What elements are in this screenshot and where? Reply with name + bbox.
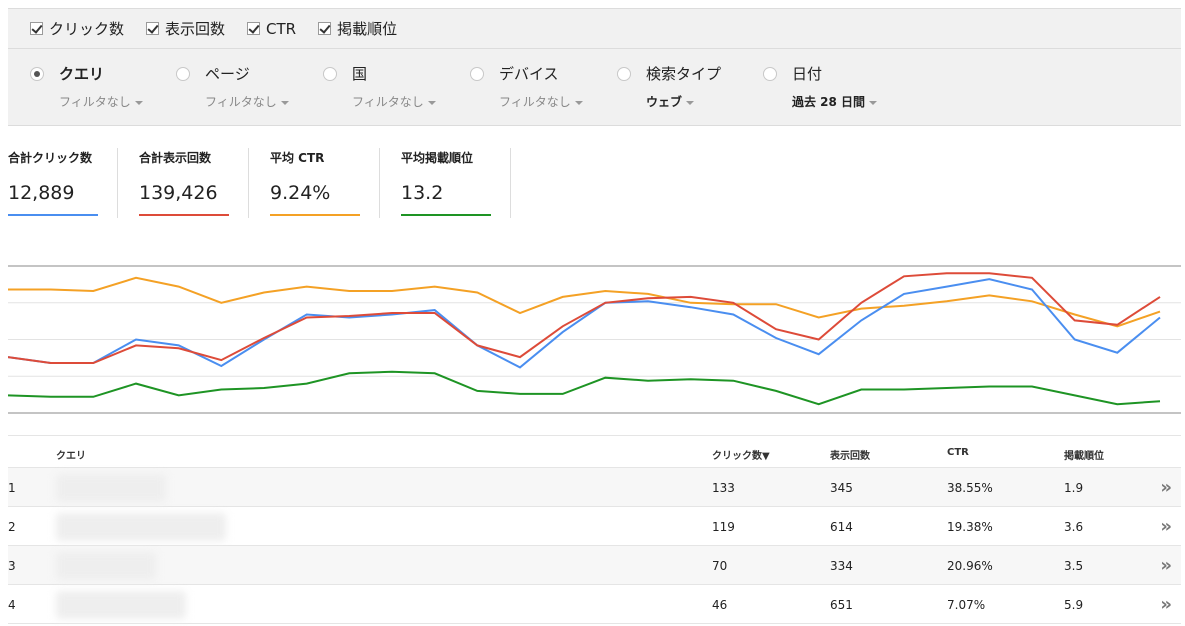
- avg-position-label: 平均掲載順位: [401, 151, 474, 165]
- checkbox-icon[interactable]: [30, 22, 43, 35]
- total-clicks-underline: [8, 214, 98, 216]
- table-header: クエリ クリック数▼ 表示回数 CTR 掲載順位: [8, 435, 1181, 468]
- group-search-type[interactable]: 検索タイプ ウェブ: [617, 63, 721, 110]
- toggle-position[interactable]: 掲載順位: [318, 18, 397, 39]
- caret-down-icon: [280, 100, 289, 105]
- chevron-double-right-icon[interactable]: »: [1160, 594, 1172, 615]
- header-ctr[interactable]: CTR: [947, 447, 969, 458]
- avg-ctr-value: 9.24%: [270, 182, 331, 204]
- header-query[interactable]: クエリ: [56, 447, 86, 462]
- device-filter-dropdown[interactable]: フィルタなし: [470, 93, 583, 110]
- avg-position-underline: [401, 214, 491, 216]
- total-clicks[interactable]: 合計クリック数 12,889: [8, 149, 108, 216]
- divider: [117, 148, 118, 218]
- table-row[interactable]: 2 119 614 19.38% 3.6 »: [8, 507, 1181, 546]
- total-impressions-underline: [139, 214, 229, 216]
- header-position[interactable]: 掲載順位: [1064, 447, 1104, 462]
- chart-series-line: [8, 276, 1161, 328]
- toggle-impressions[interactable]: 表示回数: [146, 18, 225, 39]
- total-clicks-value: 12,889: [8, 182, 75, 204]
- avg-position[interactable]: 平均掲載順位 13.2: [401, 149, 501, 216]
- performance-chart[interactable]: [8, 258, 1181, 423]
- toggle-ctr[interactable]: CTR: [247, 20, 296, 38]
- page-filter-dropdown[interactable]: フィルタなし: [176, 93, 289, 110]
- caret-down-icon: [134, 100, 143, 105]
- divider: [510, 148, 511, 218]
- divider: [248, 148, 249, 218]
- avg-ctr-label: 平均 CTR: [270, 151, 325, 165]
- filter-panel: クリック数 表示回数 CTR 掲載順位 クエリ フィルタなし ページ フィルタな…: [8, 8, 1181, 126]
- chevron-double-right-icon[interactable]: »: [1160, 477, 1172, 498]
- metric-toggle-row: クリック数 表示回数 CTR 掲載順位: [8, 9, 1181, 49]
- radio-icon[interactable]: [176, 66, 190, 81]
- avg-ctr-underline: [270, 214, 360, 216]
- total-impressions-label: 合計表示回数: [139, 151, 212, 165]
- checkbox-icon[interactable]: [247, 22, 261, 35]
- table-row[interactable]: 3 70 334 20.96% 3.5 »: [8, 546, 1181, 585]
- query-table: クエリ クリック数▼ 表示回数 CTR 掲載順位 1 133 345 38.55…: [8, 435, 1181, 624]
- checkbox-icon[interactable]: [318, 22, 332, 35]
- redacted-query: [56, 513, 226, 541]
- group-query[interactable]: クエリ フィルタなし: [30, 63, 143, 110]
- divider: [379, 148, 380, 218]
- header-impressions[interactable]: 表示回数: [830, 447, 870, 462]
- toggle-clicks[interactable]: クリック数: [30, 18, 124, 39]
- checkbox-icon[interactable]: [146, 22, 160, 35]
- search-type-dropdown[interactable]: ウェブ: [617, 93, 721, 110]
- caret-down-icon: [574, 100, 583, 105]
- chevron-double-right-icon[interactable]: »: [1160, 516, 1172, 537]
- total-impressions-value: 139,426: [139, 182, 218, 204]
- avg-position-value: 13.2: [401, 182, 444, 204]
- group-by-row: クエリ フィルタなし ページ フィルタなし 国 フィルタなし デバイス フィルタ…: [8, 61, 1181, 121]
- radio-icon[interactable]: [617, 66, 631, 81]
- radio-selected-icon[interactable]: [30, 66, 44, 81]
- total-impressions[interactable]: 合計表示回数 139,426: [139, 149, 239, 216]
- radio-icon[interactable]: [323, 66, 337, 81]
- redacted-query: [56, 474, 166, 502]
- group-page[interactable]: ページ フィルタなし: [176, 63, 289, 110]
- country-filter-dropdown[interactable]: フィルタなし: [323, 93, 436, 110]
- chart-series-line: [8, 278, 1161, 369]
- chevron-double-right-icon[interactable]: »: [1160, 555, 1172, 576]
- caret-down-icon: [427, 100, 436, 105]
- table-row[interactable]: 1 133 345 38.55% 1.9 »: [8, 468, 1181, 507]
- radio-icon[interactable]: [470, 66, 484, 81]
- group-country[interactable]: 国 フィルタなし: [323, 63, 436, 110]
- table-body: 1 133 345 38.55% 1.9 » 2 119 614 19.38% …: [8, 468, 1181, 624]
- redacted-query: [56, 591, 186, 619]
- group-date[interactable]: 日付 過去 28 日間: [763, 63, 878, 110]
- radio-icon[interactable]: [763, 66, 777, 81]
- caret-down-icon: [686, 100, 695, 105]
- table-row[interactable]: 4 46 651 7.07% 5.9 »: [8, 585, 1181, 624]
- avg-ctr[interactable]: 平均 CTR 9.24%: [270, 149, 370, 216]
- date-range-dropdown[interactable]: 過去 28 日間: [763, 93, 878, 110]
- caret-down-icon: [869, 100, 878, 105]
- redacted-query: [56, 552, 156, 580]
- total-clicks-label: 合計クリック数: [8, 151, 93, 165]
- group-device[interactable]: デバイス フィルタなし: [470, 63, 583, 110]
- query-filter-dropdown[interactable]: フィルタなし: [30, 93, 143, 110]
- header-clicks[interactable]: クリック数▼: [712, 447, 770, 462]
